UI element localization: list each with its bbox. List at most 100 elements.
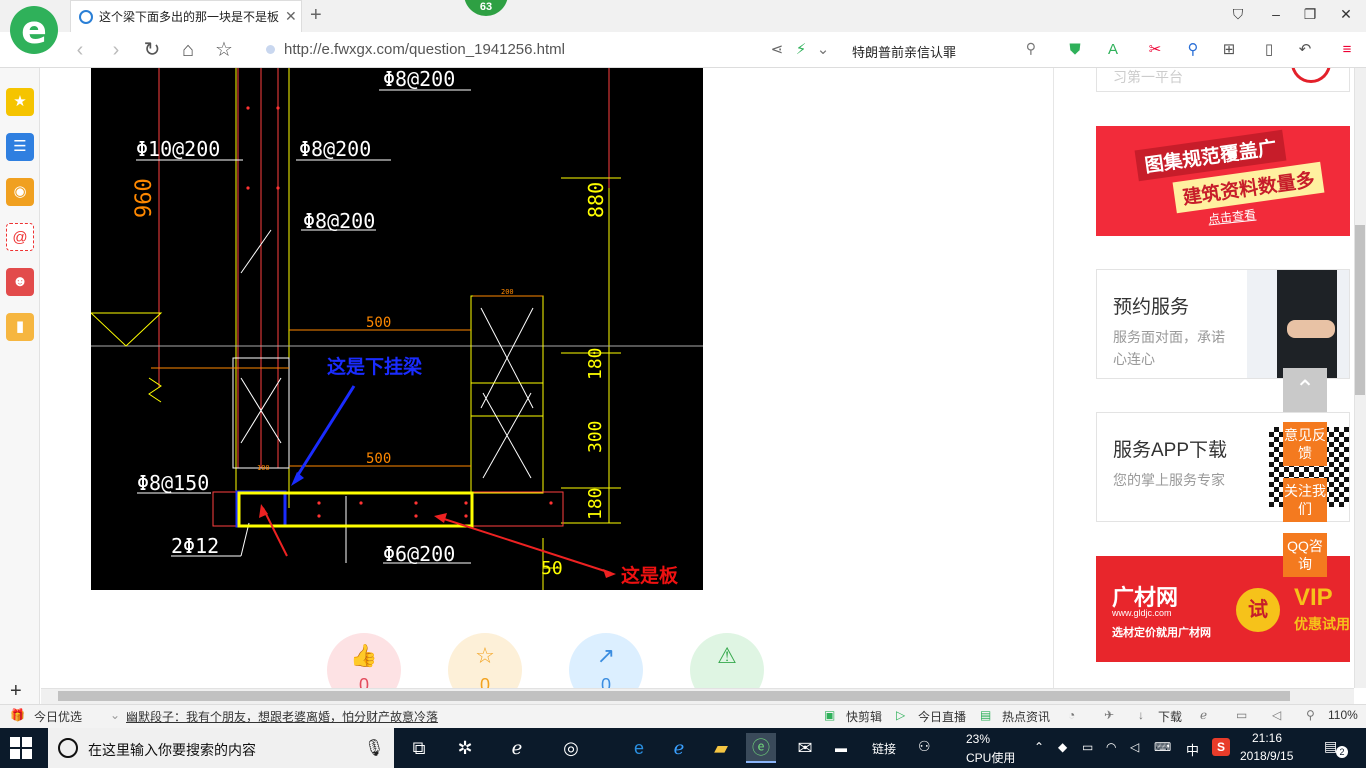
back-to-top-icon[interactable]: ⌃ <box>1283 368 1327 412</box>
promo2-badge: 试 <box>1236 588 1280 632</box>
label-phi8-200-diag: Φ8@200 <box>303 209 375 233</box>
add-sidebar-icon[interactable]: + <box>10 680 22 703</box>
sogou-ime-icon[interactable]: S <box>1212 738 1230 756</box>
forward-icon[interactable]: › <box>104 38 128 62</box>
lightning-icon[interactable]: ⚡ <box>790 40 812 60</box>
window-icon[interactable]: ▭ <box>1236 708 1247 722</box>
windows-search-box[interactable]: 在这里输入你要搜索的内容 🎙 <box>48 728 394 768</box>
partial-card-top[interactable]: 习第一平台 <box>1096 68 1350 92</box>
notification-bell-icon[interactable]: ◆ <box>1058 740 1067 754</box>
hot-news-link[interactable]: 热点资讯 <box>1002 708 1050 725</box>
zoom-icon[interactable]: ⚲ <box>1306 708 1315 722</box>
game-icon[interactable]: ☻ <box>6 268 34 296</box>
speaker-icon[interactable]: ◁ <box>1130 740 1139 754</box>
like-button[interactable]: 👍 0 <box>327 633 401 688</box>
report-button[interactable]: ⚠ <box>690 633 764 688</box>
people-icon[interactable]: ⚇ <box>918 738 931 755</box>
file-explorer-icon[interactable]: ▰ <box>706 733 736 763</box>
news-ticker-link[interactable]: 幽默段子：我有个朋友，想跟老婆离婚，怕分财产故意冷落 <box>126 708 438 725</box>
qq-consult-button[interactable]: QQ咨询 <box>1283 533 1327 577</box>
search-icon[interactable]: ⚲ <box>1026 40 1036 57</box>
dim-100: 100 <box>257 464 270 472</box>
cpu-percent: 23% <box>966 732 991 746</box>
today-pick-link[interactable]: 今日优选 <box>34 708 82 725</box>
favorite-count: 0 <box>479 675 490 688</box>
tab-close-icon[interactable]: ✕ <box>285 8 297 25</box>
magnifier-icon[interactable]: ⚲ <box>1182 40 1204 60</box>
refresh-icon[interactable]: ↻ <box>140 38 164 62</box>
shield-yuan-icon[interactable]: ⛊ <box>1064 40 1086 60</box>
volume-icon[interactable]: ◁ <box>1272 708 1281 722</box>
notebook-icon[interactable]: ▮ <box>6 313 34 341</box>
windows-start-icon[interactable] <box>10 737 32 759</box>
favorites-star-icon[interactable]: ★ <box>6 88 34 116</box>
service-card[interactable]: 预约服务 服务面对面，承诺心连心 <box>1096 269 1350 379</box>
close-window-icon[interactable]: ✕ <box>1336 6 1356 26</box>
tablet-icon[interactable]: ▯ <box>1258 40 1280 60</box>
zoom-level[interactable]: 110% <box>1328 708 1358 722</box>
follow-us-button[interactable]: 关注我们 <box>1283 478 1327 522</box>
fan-app-icon[interactable]: ✲ <box>450 733 480 763</box>
promo2-slogan: 选材定价就用广材网 <box>1112 627 1211 639</box>
ie-mode-icon[interactable]: ℯ <box>1200 708 1207 722</box>
restore-icon[interactable]: ❐ <box>1300 6 1320 26</box>
edge-icon[interactable]: e <box>624 733 654 763</box>
clock-icon[interactable]: ◔ <box>1068 708 1075 722</box>
download-link[interactable]: 下载 <box>1158 708 1182 725</box>
site-favicon-icon <box>79 9 93 24</box>
promo-banner-atlas[interactable]: 图集规范覆盖广 建筑资料数量多 点击查看 <box>1096 126 1350 236</box>
dim-300: 300 <box>585 420 606 453</box>
search-input[interactable]: 特朗普前亲信认罪 ⚲ <box>844 40 1040 60</box>
share-button[interactable]: ↗ 0 <box>569 633 643 688</box>
apps-grid-icon[interactable]: ⊞ <box>1218 40 1240 60</box>
minimize-icon[interactable]: – <box>1266 6 1286 26</box>
shirt-skin-icon[interactable]: ⛉ <box>1228 6 1248 26</box>
hot-news-icon: ▤ <box>980 708 992 722</box>
quick-clip-link[interactable]: 快剪辑 <box>846 708 882 725</box>
ime-indicator[interactable]: 中 <box>1186 740 1199 759</box>
keyboard-icon[interactable]: ⌨ <box>1154 740 1171 754</box>
vertical-scroll-thumb[interactable] <box>1355 225 1365 395</box>
app-badge-icon[interactable]: ▬ <box>826 733 856 763</box>
microphone-icon[interactable]: 🎙 <box>364 738 384 758</box>
clock-date[interactable]: 2018/9/15 <box>1240 749 1293 763</box>
favorite-button[interactable]: ☆ 0 <box>448 633 522 688</box>
pin-icon[interactable]: ✈ <box>1104 708 1114 722</box>
scissors-icon[interactable]: ✂ <box>1144 40 1166 60</box>
battery-icon[interactable]: ▭ <box>1082 740 1093 754</box>
chevron-down-icon[interactable]: ⌄ <box>812 40 834 60</box>
translate-icon[interactable]: A <box>1102 40 1124 60</box>
new-tab-button[interactable]: + <box>310 4 322 27</box>
browser-taskbar-icon[interactable]: ⓔ <box>746 733 776 763</box>
address-bar[interactable]: http://e.fwxgx.com/question_1941256.html <box>262 40 832 60</box>
links-toolbar[interactable]: 链接 <box>872 740 896 757</box>
notification-count: 2 <box>1336 746 1348 758</box>
share-page-icon[interactable]: ⋖ <box>766 40 788 60</box>
live-link[interactable]: 今日直播 <box>918 708 966 725</box>
weibo-icon[interactable]: ◉ <box>6 178 34 206</box>
live-play-icon: ▷ <box>896 708 906 722</box>
undo-icon[interactable]: ↶ <box>1294 40 1316 60</box>
home-icon[interactable]: ⌂ <box>176 38 200 62</box>
tab-active[interactable]: 这个梁下面多出的那一块是不是板 ✕ <box>70 0 302 32</box>
task-view-icon[interactable]: ⧉ <box>404 733 434 763</box>
menu-icon[interactable]: ≡ <box>1336 40 1358 60</box>
wifi-icon[interactable]: ◠ <box>1106 740 1116 754</box>
promo2-site: www.gldjc.com <box>1112 608 1172 618</box>
tray-chevron-icon[interactable]: ⌃ <box>1034 740 1044 754</box>
edge-legacy-icon[interactable]: ℯ <box>502 733 532 763</box>
email-at-icon[interactable]: @ <box>6 223 34 251</box>
feedback-button[interactable]: 意见反馈 <box>1283 422 1327 466</box>
list-icon[interactable]: ☰ <box>6 133 34 161</box>
search-query: 特朗普前亲信认罪 <box>852 45 957 60</box>
favorite-star-icon[interactable]: ☆ <box>212 38 236 62</box>
mail-icon[interactable]: ✉ <box>790 733 820 763</box>
browser-logo-icon[interactable]: e <box>10 6 58 54</box>
dim-200: 200 <box>501 288 514 296</box>
back-icon[interactable]: ‹ <box>68 38 92 62</box>
clock-time[interactable]: 21:16 <box>1252 731 1282 745</box>
swirl-app-icon[interactable]: ◎ <box>556 733 586 763</box>
internet-explorer-icon[interactable]: ℯ <box>664 733 694 763</box>
download-arrow-icon: ↓ <box>1138 708 1144 722</box>
horizontal-scroll-thumb[interactable] <box>58 691 1290 701</box>
